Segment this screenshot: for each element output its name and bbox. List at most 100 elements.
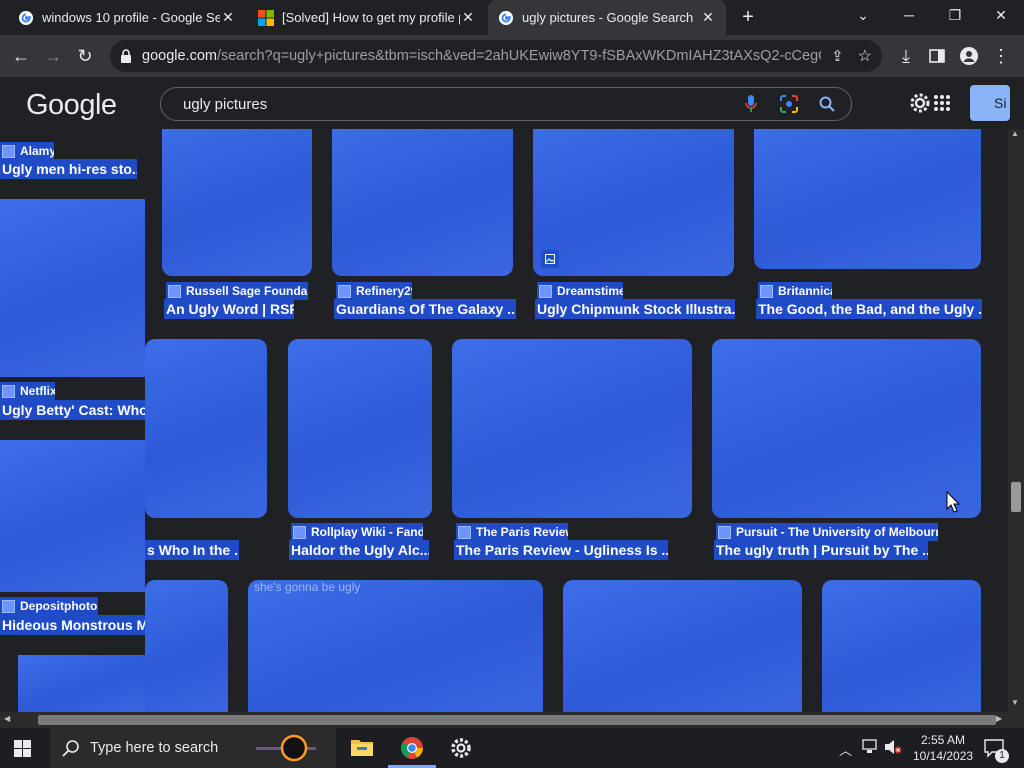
scroll-down-icon[interactable]: ▼	[1011, 698, 1019, 707]
result-caption[interactable]: Ugly Chipmunk Stock Illustra...	[535, 299, 735, 319]
image-thumbnail[interactable]	[332, 129, 513, 276]
image-thumbnail[interactable]	[712, 339, 981, 518]
result-source[interactable]: Pursuit - The University of Melbourne	[716, 523, 938, 541]
image-thumbnail[interactable]	[563, 580, 802, 712]
result-caption[interactable]: Guardians Of The Galaxy ...	[334, 299, 516, 319]
url-host: google.com	[142, 48, 217, 64]
tab-title: [Solved] How to get my profile pic	[282, 10, 460, 25]
image-thumbnail[interactable]	[452, 339, 692, 518]
file-explorer-icon[interactable]	[351, 738, 373, 761]
tab-search-chevron-icon[interactable]: ⌄	[840, 0, 886, 30]
windows-start-icon[interactable]	[14, 740, 31, 762]
site-favicon-icon	[760, 284, 773, 298]
result-caption[interactable]: The Paris Review - Ugliness Is ...	[454, 540, 668, 560]
kebab-menu-icon[interactable]: ⋮	[988, 43, 1014, 69]
tab-solved-profile-pic[interactable]: [Solved] How to get my profile pic ✕	[248, 0, 486, 35]
tab-ugly-pictures[interactable]: ugly pictures - Google Search ✕	[488, 0, 726, 35]
tab-windows-profile[interactable]: windows 10 profile - Google Search ✕	[8, 0, 246, 35]
back-icon[interactable]: ←	[8, 43, 34, 69]
site-favicon-icon	[168, 284, 181, 298]
result-caption[interactable]: Ugly men hi-res sto...	[0, 159, 137, 179]
result-caption[interactable]: Haldor the Ugly Alc...	[289, 540, 429, 560]
result-source[interactable]: Rollplay Wiki - Fand...	[291, 523, 423, 541]
result-source[interactable]: Alamy	[0, 142, 54, 160]
result-caption[interactable]: An Ugly Word | RSF	[164, 299, 294, 319]
result-source[interactable]: Britannica	[758, 282, 832, 300]
side-panel-icon[interactable]	[924, 43, 950, 69]
tray-chevron-up-icon[interactable]: ︿	[839, 740, 852, 759]
tab-close-icon[interactable]: ✕	[700, 9, 716, 26]
result-caption[interactable]: Ugly Betty' Cast: Who's	[0, 400, 149, 420]
clock[interactable]: 2:55 AM 10/14/2023	[913, 732, 973, 764]
image-thumbnail[interactable]	[533, 129, 734, 276]
volume-muted-icon[interactable]	[884, 739, 902, 758]
taskbar-search-box[interactable]: Type here to search	[50, 728, 336, 768]
bookmark-star-icon[interactable]: ☆	[858, 46, 872, 66]
chrome-taskbar-icon[interactable]	[400, 736, 424, 765]
site-favicon-icon	[458, 525, 471, 539]
scroll-left-icon[interactable]: ◀	[4, 714, 10, 723]
lens-camera-icon[interactable]	[775, 90, 803, 118]
image-thumbnail[interactable]	[754, 129, 981, 269]
image-thumbnail[interactable]	[145, 339, 267, 518]
sign-in-button[interactable]: Si	[970, 85, 1010, 121]
reload-icon[interactable]: ↻	[72, 43, 98, 69]
result-caption[interactable]: Hideous Monstrous M	[0, 615, 149, 635]
google-logo[interactable]: Google	[26, 89, 117, 122]
restore-icon[interactable]: ❐	[932, 0, 978, 30]
tab-title: ugly pictures - Google Search	[522, 10, 694, 25]
minimize-icon[interactable]: ─	[886, 0, 932, 30]
settings-gear-taskbar-icon[interactable]	[450, 737, 472, 764]
result-caption[interactable]: s Who In the ...	[145, 540, 239, 560]
new-tab-icon[interactable]: +	[736, 6, 760, 28]
image-thumbnail[interactable]: she's gonna be ugly	[248, 580, 543, 712]
site-favicon-icon	[2, 384, 15, 398]
result-source[interactable]: Netflix	[0, 382, 55, 400]
vertical-scroll-thumb[interactable]	[1011, 482, 1021, 512]
lock-icon[interactable]	[120, 49, 132, 63]
search-input[interactable]	[181, 94, 727, 114]
result-caption[interactable]: The ugly truth | Pursuit by The ...	[714, 540, 928, 560]
network-icon[interactable]	[862, 739, 880, 758]
site-favicon-icon	[338, 284, 351, 298]
image-thumbnail[interactable]	[0, 440, 145, 592]
image-thumbnail[interactable]	[0, 199, 145, 377]
tab-close-icon[interactable]: ✕	[220, 9, 236, 26]
image-thumbnail[interactable]	[162, 129, 312, 276]
vertical-scrollbar[interactable]	[1008, 129, 1024, 712]
profile-avatar-icon[interactable]	[956, 43, 982, 69]
horizontal-scroll-thumb[interactable]	[38, 715, 996, 725]
image-thumbnail[interactable]	[822, 580, 981, 712]
site-favicon-icon	[2, 599, 15, 613]
tab-strip: windows 10 profile - Google Search ✕ [So…	[0, 0, 1024, 35]
solar-eclipse-highlight-icon	[256, 734, 316, 762]
address-bar[interactable]: google.com/search?q=ugly+pictures&tbm=is…	[110, 40, 882, 72]
result-source[interactable]: Depositphotos	[0, 597, 98, 615]
microphone-icon[interactable]	[737, 90, 765, 118]
result-source[interactable]: Dreamstime	[537, 282, 623, 300]
tab-close-icon[interactable]: ✕	[460, 9, 476, 26]
result-source[interactable]: Refinery29	[336, 282, 412, 300]
close-window-icon[interactable]: ✕	[978, 0, 1024, 30]
image-thumbnail[interactable]	[288, 339, 432, 518]
share-icon[interactable]: ⇪	[821, 47, 844, 65]
site-favicon-icon	[539, 284, 552, 298]
result-source[interactable]: The Paris Review	[456, 523, 568, 541]
search-box[interactable]	[160, 87, 852, 121]
apps-grid-icon[interactable]	[934, 95, 950, 116]
image-thumbnail[interactable]	[145, 580, 228, 712]
image-thumbnail[interactable]	[18, 655, 145, 712]
forward-icon[interactable]: →	[40, 43, 66, 69]
notification-count-badge: 1	[995, 749, 1009, 763]
result-caption[interactable]: The Good, the Bad, and the Ugly ...	[756, 299, 982, 319]
search-icon[interactable]	[813, 90, 841, 118]
google-favicon-icon	[19, 10, 33, 25]
scroll-up-icon[interactable]: ▲	[1011, 129, 1019, 138]
result-source[interactable]: Russell Sage Founda...	[166, 282, 308, 300]
microsoft-favicon-icon	[258, 9, 274, 26]
settings-gear-icon[interactable]	[908, 91, 932, 120]
google-header: Google Si	[0, 77, 1010, 129]
download-icon[interactable]: ⤓	[893, 43, 919, 69]
scrollbar-corner	[1008, 712, 1024, 728]
scroll-right-icon[interactable]: ▶	[996, 714, 1002, 723]
